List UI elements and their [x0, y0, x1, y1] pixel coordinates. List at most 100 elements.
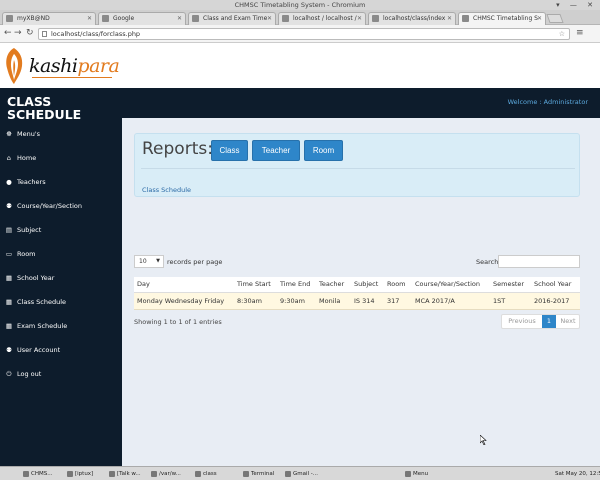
sidebar: CLASS SCHEDULE ☸ Menu's ⌂ Home ● Teachers ⚉ Cou…: [0, 88, 122, 466]
sidebar-item-menu-s[interactable]: ☸ Menu's: [0, 123, 122, 145]
column-header[interactable]: School Year: [531, 277, 580, 293]
tab-favicon-icon: [462, 15, 469, 22]
browser-tab-6[interactable]: CHMSC Timetabling S ✕: [458, 12, 546, 25]
column-header[interactable]: Time Start: [234, 277, 277, 293]
sidebar-item-class-schedule[interactable]: ▦ Class Schedule: [0, 291, 122, 313]
taskbar-item[interactable]: Terminal: [242, 469, 282, 479]
back-icon[interactable]: ←: [4, 28, 12, 39]
tab-favicon-icon: [6, 15, 13, 22]
bookmark-star-icon[interactable]: ☆: [559, 29, 565, 39]
tab-close-icon[interactable]: ✕: [447, 13, 452, 24]
address-bar: ← → ↻ localhost/class/forclass.php ☆ ≡: [0, 25, 600, 43]
tab-label: CHMSC Timetabling S: [473, 15, 538, 22]
sidebar-item-exam-schedule[interactable]: ▦ Exam Schedule: [0, 315, 122, 337]
records-per-page-select[interactable]: 10 ▼: [134, 255, 164, 268]
browser-tab-3[interactable]: Class and Exam Time ✕: [188, 12, 276, 25]
taskbar-item[interactable]: CHMS...: [22, 469, 72, 479]
sidebar-item-school-year[interactable]: ▦ School Year: [0, 267, 122, 289]
taskbar-app-icon: [285, 471, 291, 477]
url-field[interactable]: localhost/class/forclass.php ☆: [38, 28, 570, 40]
user-icon: ●: [6, 178, 12, 186]
sidebar-item-label: Menu's: [17, 130, 41, 138]
sidebar-item-label: Teachers: [17, 178, 46, 186]
report-class-button[interactable]: Class: [211, 140, 248, 161]
tab-close-icon[interactable]: ✕: [357, 13, 362, 24]
tab-close-icon[interactable]: ✕: [537, 13, 542, 24]
column-header[interactable]: Day: [134, 277, 234, 293]
sidebar-item-home[interactable]: ⌂ Home: [0, 147, 122, 169]
taskbar-item[interactable]: /var/w...: [150, 469, 194, 479]
table-info: Showing 1 to 1 of 1 entries: [134, 318, 222, 326]
column-header[interactable]: Teacher: [316, 277, 351, 293]
table-header-row: Day Time Start Time End Teacher Subject Room C…: [134, 277, 580, 293]
sidebar-item-course-year-section[interactable]: ⚉ Course/Year/Section: [0, 195, 122, 217]
tab-favicon-icon: [102, 15, 109, 22]
brand-header: kashipara: [0, 43, 600, 88]
column-header[interactable]: Subject: [351, 277, 384, 293]
tab-close-icon[interactable]: ✕: [177, 13, 182, 24]
taskbar-item[interactable]: Menu: [404, 469, 438, 479]
pager-next[interactable]: Next: [556, 315, 580, 328]
pager-page-1[interactable]: 1: [542, 315, 556, 328]
taskbar-app-icon: [405, 471, 411, 477]
sidebar-title: CLASS SCHEDULE: [7, 95, 81, 121]
class-schedule-link[interactable]: Class Schedule: [142, 186, 191, 194]
logo-icon: [6, 48, 23, 84]
browser-tab-4[interactable]: localhost / localhost / ✕: [278, 12, 366, 25]
reports-title: Reports:: [142, 139, 213, 159]
table-cell: 317: [384, 292, 412, 310]
taskbar-item[interactable]: Gmail -...: [284, 469, 328, 479]
taskbar-item-label: /var/w...: [159, 471, 181, 477]
taskbar-item-label: class: [203, 471, 217, 477]
reload-icon[interactable]: ↻: [26, 28, 34, 39]
taskbar-item-label: Menu: [413, 471, 429, 477]
column-header[interactable]: Semester: [490, 277, 531, 293]
taskbar-item-label: CHMS...: [31, 471, 53, 477]
records-per-page-label: records per page: [167, 258, 223, 266]
sidebar-item-subject[interactable]: ▤ Subject: [0, 219, 122, 241]
taskbar-app-icon: [195, 471, 201, 477]
page-icon: [42, 31, 47, 37]
table-cell: 1ST: [490, 292, 531, 310]
taskbar-item[interactable]: class: [194, 469, 234, 479]
table-row: Monday Wednesday Friday 8:30am 9:30am Monil…: [134, 292, 580, 310]
taskbar-item[interactable]: [Talk w...: [108, 469, 152, 479]
column-header[interactable]: Room: [384, 277, 412, 293]
table-search-input[interactable]: [498, 255, 580, 268]
tab-strip: myXB@ND ✕ Google ✕ Class and Exam Time ✕ local…: [0, 10, 600, 25]
new-tab-button[interactable]: [546, 14, 564, 23]
column-header[interactable]: Time End: [277, 277, 316, 293]
sidebar-item-user-account[interactable]: ⚉ User Account: [0, 339, 122, 361]
report-room-button[interactable]: Room: [304, 140, 343, 161]
os-taskbar: Sat May 20, 12:51 CHMS... [iptux] [Talk w.…: [0, 466, 600, 480]
taskbar-item[interactable]: [iptux]: [66, 469, 110, 479]
tab-label: myXB@ND: [17, 15, 50, 22]
mouse-cursor-icon: [480, 435, 487, 445]
window-controls[interactable]: ▾ — ✕: [556, 0, 597, 10]
window-titlebar: CHMSC Timetabling System - Chromium ▾ — …: [0, 0, 600, 10]
browser-tab-2[interactable]: Google ✕: [98, 12, 186, 25]
table-cell: 8:30am: [234, 292, 277, 310]
tab-close-icon[interactable]: ✕: [267, 13, 272, 24]
pager-previous[interactable]: Previous: [502, 315, 542, 328]
tab-favicon-icon: [282, 15, 289, 22]
search-label: Search:: [476, 258, 501, 266]
sidebar-item-label: School Year: [17, 274, 55, 282]
browser-tab-5[interactable]: localhost/class/index ✕: [368, 12, 456, 25]
table-cell: 2016-2017: [531, 292, 580, 310]
browser-tab-1[interactable]: myXB@ND ✕: [2, 12, 96, 25]
column-header[interactable]: Course/Year/Section: [412, 277, 490, 293]
sidebar-item-room[interactable]: ▭ Room: [0, 243, 122, 265]
brand-name-accent: para: [77, 55, 120, 77]
taskbar-app-icon: [23, 471, 29, 477]
brand-underline: [32, 77, 112, 78]
sidebar-item-teachers[interactable]: ● Teachers: [0, 171, 122, 193]
tab-close-icon[interactable]: ✕: [87, 13, 92, 24]
menu-icon: ☸: [6, 130, 12, 138]
window-title: CHMSC Timetabling System - Chromium: [234, 1, 366, 9]
calendar-icon: ▦: [5, 298, 13, 306]
report-teacher-button[interactable]: Teacher: [252, 140, 300, 161]
sidebar-item-log-out[interactable]: ⏻ Log out: [0, 363, 122, 385]
forward-icon[interactable]: →: [14, 28, 22, 39]
browser-menu-icon[interactable]: ≡: [576, 28, 584, 38]
